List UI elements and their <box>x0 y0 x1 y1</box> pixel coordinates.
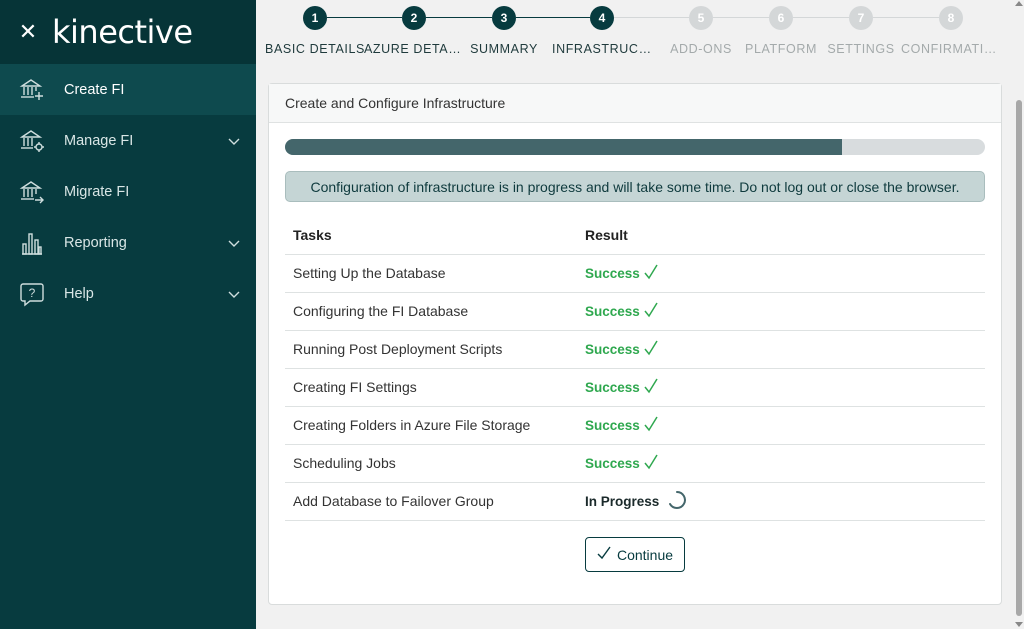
step-number: 7 <box>849 6 873 30</box>
table-row: Running Post Deployment Scripts Success <box>285 329 985 368</box>
task-name: Setting Up the Database <box>285 253 577 292</box>
table-row: Configuring the FI Database Success <box>285 291 985 330</box>
result-text: Success <box>585 417 640 433</box>
step-label: INFRASTRUCTURE <box>552 42 652 56</box>
table-row: Creating Folders in Azure File Storage Su… <box>285 405 985 444</box>
progress-fill <box>285 139 842 155</box>
step-label: SUMMARY <box>470 42 538 56</box>
result-header: Result <box>585 226 628 243</box>
result-text: Success <box>585 265 640 281</box>
step-7: 7 SETTINGS <box>811 6 911 56</box>
tasks-table: Tasks Result Setting Up the Database Succ… <box>285 216 985 521</box>
step-label: CONFIRMATION <box>901 42 1001 56</box>
info-alert: Configuration of infrastructure is in pr… <box>285 171 985 202</box>
task-name: Configuring the FI Database <box>285 291 577 330</box>
step-3: 3 SUMMARY <box>454 6 554 56</box>
card-title: Create and Configure Infrastructure <box>269 84 1001 123</box>
brand-logo: kinective <box>52 13 193 51</box>
task-result: Success <box>577 405 985 444</box>
svg-text:?: ? <box>29 286 36 300</box>
sidebar-item-create-fi[interactable]: Create FI <box>0 64 256 115</box>
tasks-header: Tasks <box>293 226 332 243</box>
step-number: 4 <box>590 6 614 30</box>
sidebar-item-label: Help <box>64 285 94 302</box>
bank-add-icon <box>18 76 46 104</box>
check-icon <box>644 416 658 435</box>
page-scrollbar[interactable] <box>1014 0 1024 629</box>
sidebar-item-label: Reporting <box>64 234 127 251</box>
table-row: Setting Up the Database Success <box>285 253 985 292</box>
spinner-icon <box>667 490 687 513</box>
check-icon <box>597 546 611 563</box>
sidebar-nav: Create FI Manage FI Migrate FI Reporting? He… <box>0 64 256 319</box>
sidebar-item-label: Migrate FI <box>64 183 130 200</box>
continue-label: Continue <box>616 546 674 563</box>
step-number: 1 <box>303 6 327 30</box>
task-result: Success <box>577 253 985 292</box>
check-icon <box>644 340 658 359</box>
check-icon <box>644 378 658 397</box>
result-text: Success <box>585 341 640 357</box>
bank-arrow-icon <box>18 178 46 206</box>
result-text: In Progress <box>585 493 660 509</box>
scroll-thumb[interactable] <box>1016 100 1022 616</box>
table-row: Scheduling Jobs Success <box>285 443 985 482</box>
step-number: 8 <box>939 6 963 30</box>
task-result: Success <box>577 291 985 330</box>
wizard-stepper: 1 BASIC DETAILS 2 AZURE DETAILS 3 SUMMARY 4 INF… <box>265 0 1006 64</box>
sidebar-item-migrate-fi[interactable]: Migrate FI <box>0 166 256 217</box>
step-number: 5 <box>689 6 713 30</box>
task-name: Scheduling Jobs <box>285 443 577 482</box>
step-1: 1 BASIC DETAILS <box>265 6 365 56</box>
sidebar-header: ✕ kinective <box>0 0 256 64</box>
check-icon <box>644 264 658 283</box>
help-icon: ? <box>18 280 46 308</box>
sidebar-item-manage-fi[interactable]: Manage FI <box>0 115 256 166</box>
scroll-up-arrow[interactable] <box>1015 1 1023 6</box>
task-result: In Progress <box>577 481 985 521</box>
step-number: 6 <box>769 6 793 30</box>
close-icon[interactable]: ✕ <box>0 0 56 64</box>
continue-button[interactable]: Continue <box>585 537 685 572</box>
chevron-down-icon[interactable] <box>228 235 240 253</box>
task-name: Creating Folders in Azure File Storage <box>285 405 577 444</box>
sidebar-item-label: Create FI <box>64 81 125 98</box>
bank-gear-icon <box>18 127 46 155</box>
sidebar: ✕ kinective Create FI Manage FI Migrate FI… <box>0 0 256 629</box>
task-result: Success <box>577 367 985 406</box>
task-name: Add Database to Failover Group <box>285 481 577 521</box>
result-text: Success <box>585 303 640 319</box>
step-8: 8 CONFIRMATION <box>901 6 1001 56</box>
step-number: 3 <box>492 6 516 30</box>
task-result: Success <box>577 329 985 368</box>
table-row: Add Database to Failover Group In Progres… <box>285 481 985 521</box>
task-name: Creating FI Settings <box>285 367 577 406</box>
check-icon <box>644 302 658 321</box>
scroll-down-arrow[interactable] <box>1015 622 1023 627</box>
task-result: Success <box>577 443 985 482</box>
sidebar-item-reporting[interactable]: Reporting <box>0 217 256 268</box>
step-4: 4 INFRASTRUCTURE <box>552 6 652 56</box>
bar-chart-icon <box>18 229 46 257</box>
result-text: Success <box>585 455 640 471</box>
infrastructure-card: Create and Configure Infrastructure Conf… <box>268 83 1002 605</box>
result-text: Success <box>585 379 640 395</box>
chevron-down-icon[interactable] <box>228 286 240 304</box>
table-row: Creating FI Settings Success <box>285 367 985 406</box>
step-number: 2 <box>402 6 426 30</box>
check-icon <box>644 454 658 473</box>
step-2: 2 AZURE DETAILS <box>364 6 464 56</box>
step-label: SETTINGS <box>827 42 895 56</box>
task-name: Running Post Deployment Scripts <box>285 329 577 368</box>
sidebar-item-help[interactable]: ? Help <box>0 268 256 319</box>
chevron-down-icon[interactable] <box>228 133 240 151</box>
step-label: BASIC DETAILS <box>265 42 365 56</box>
sidebar-item-label: Manage FI <box>64 132 134 149</box>
progress-bar <box>285 139 985 155</box>
step-label: AZURE DETAILS <box>364 42 464 56</box>
